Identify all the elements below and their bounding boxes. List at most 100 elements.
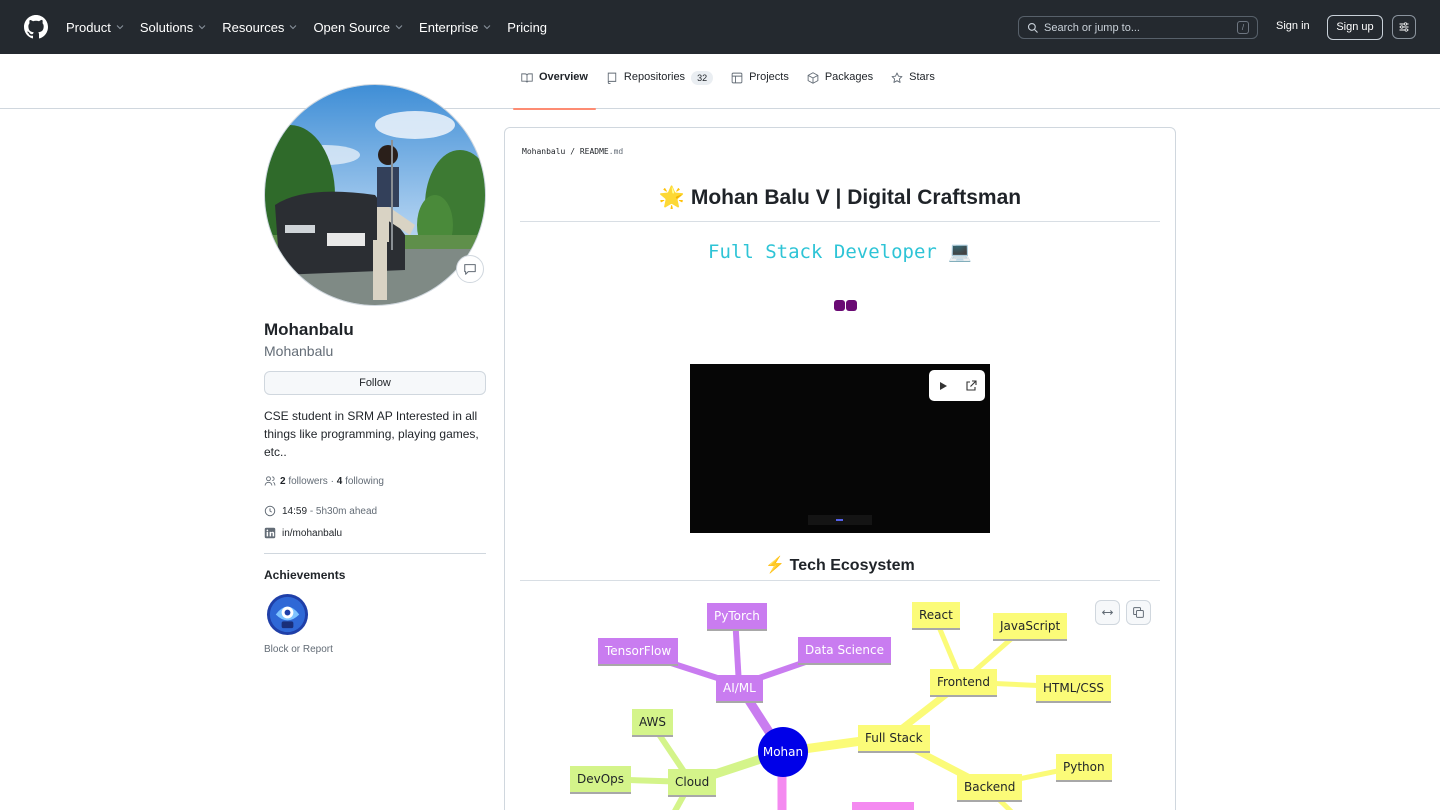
block-report-link[interactable]: Block or Report — [264, 644, 333, 655]
repo-count-badge: 32 — [691, 71, 714, 85]
nav-open-source[interactable]: Open Source — [313, 20, 403, 35]
tab-packages[interactable]: Packages — [799, 71, 881, 109]
tab-label: Repositories — [623, 71, 686, 83]
nav-enterprise[interactable]: Enterprise — [419, 20, 491, 35]
mindmap-node-html-css: HTML/CSS — [1036, 675, 1112, 701]
linkedin-row: in/mohanbalu — [264, 527, 342, 539]
nav-label: Solutions — [139, 19, 194, 35]
local-time-value: 14:59 — [282, 505, 308, 517]
mindmap-node-cloud: Cloud — [668, 769, 717, 795]
tech-mindmap: TensorFlow PyTorch Data Science AI/ML Re… — [520, 590, 1160, 810]
nav-label: Open Source — [313, 19, 391, 35]
nav-pricing[interactable]: Pricing — [507, 20, 547, 35]
clock-icon — [264, 505, 276, 517]
tab-repositories[interactable]: Repositories 32 — [598, 71, 721, 109]
repo-icon — [607, 72, 617, 84]
people-icon — [264, 476, 276, 486]
table-icon — [731, 72, 743, 84]
mindmap-node-python: Python — [1056, 754, 1112, 780]
chevron-down-icon — [395, 25, 403, 30]
tab-label: Projects — [749, 71, 789, 83]
loading-dots — [834, 300, 858, 311]
follow-stats: 2 followers · 4 following — [264, 475, 384, 487]
time-offset: - 5h30m ahead — [309, 505, 378, 517]
mindmap-node-backend: Backend — [957, 774, 1023, 800]
sliders-icon — [1399, 22, 1409, 32]
tab-label: Stars — [909, 71, 935, 83]
section-divider — [520, 580, 1160, 581]
typing-banner: Full Stack Developer 💻 — [708, 241, 972, 263]
breadcrumb-user[interactable]: Mohanbalu — [522, 147, 565, 156]
search-icon — [1027, 22, 1038, 33]
github-logo-icon[interactable] — [24, 15, 48, 39]
package-icon — [807, 72, 819, 84]
mindmap-node-react: React — [912, 602, 960, 628]
profile-name: Mohanbalu — [264, 320, 354, 339]
search-input[interactable]: Search or jump to... / — [1018, 16, 1258, 39]
mindmap-node-data-science: Data Science — [798, 637, 891, 663]
local-time: 14:59 - 5h30m ahead — [264, 505, 377, 517]
sign-up-button[interactable]: Sign up — [1327, 15, 1383, 40]
breadcrumb-extension: .md — [608, 147, 624, 156]
tab-label: Packages — [824, 71, 874, 83]
global-header: Product Solutions Resources Open Source … — [0, 0, 1440, 54]
video-progress-bar[interactable] — [808, 515, 872, 525]
breadcrumb-file[interactable]: README — [580, 147, 609, 156]
nav-solutions[interactable]: Solutions — [140, 20, 206, 35]
mindmap-node-tensorflow: TensorFlow — [598, 638, 679, 664]
main-nav: Product Solutions Resources Open Source … — [66, 0, 563, 54]
chevron-down-icon — [483, 25, 491, 30]
tab-overview[interactable]: Overview — [513, 71, 596, 110]
linkedin-link[interactable]: in/mohanbalu — [282, 528, 342, 539]
mindmap-node-pytorch: PyTorch — [707, 603, 767, 629]
nav-label: Pricing — [507, 19, 548, 35]
search-shortcut-key: / — [1237, 21, 1249, 34]
nav-label: Enterprise — [419, 19, 479, 35]
book-icon — [521, 73, 533, 83]
mindmap-center-node: Mohan — [758, 727, 808, 777]
followers-count: 2 — [280, 475, 286, 487]
video-controls — [929, 370, 985, 401]
section-heading-tech: ⚡ Tech Ecosystem — [765, 557, 915, 574]
sign-in-link[interactable]: Sign in — [1276, 20, 1310, 32]
nav-label: Resources — [222, 19, 285, 35]
following-label: following — [345, 475, 384, 487]
mindmap-node-aws: AWS — [632, 709, 674, 735]
mindmap-node-ai-ml: AI/ML — [716, 675, 763, 701]
appearance-settings-button[interactable] — [1392, 15, 1416, 39]
set-status-button[interactable] — [456, 255, 484, 283]
nav-resources[interactable]: Resources — [222, 20, 297, 35]
following-count: 4 — [336, 475, 343, 487]
profile-login: Mohanbalu — [264, 343, 334, 359]
followers-label: followers — [288, 475, 328, 487]
dot — [834, 300, 845, 311]
tab-label: Overview — [539, 71, 588, 83]
chevron-down-icon — [116, 25, 124, 30]
sidebar-divider — [264, 553, 486, 554]
chevron-down-icon — [290, 25, 297, 30]
mindmap-node-full-stack: Full Stack — [858, 725, 930, 751]
achievement-badge-icon[interactable] — [266, 593, 309, 636]
tab-projects[interactable]: Projects — [723, 71, 797, 109]
comment-icon — [464, 264, 476, 275]
external-link-icon[interactable] — [965, 379, 977, 392]
mindmap-node-devops: DevOps — [570, 766, 632, 792]
achievements-heading[interactable]: Achievements — [264, 568, 345, 582]
avatar[interactable] — [264, 84, 486, 306]
chevron-down-icon — [198, 25, 206, 30]
following-link[interactable]: 4 following — [337, 476, 384, 487]
nav-product[interactable]: Product — [66, 20, 124, 35]
avatar-photo — [265, 85, 485, 305]
play-icon[interactable] — [937, 380, 949, 392]
followers-link[interactable]: 2 followers — [280, 476, 328, 487]
readme-breadcrumb: Mohanbalu / README.md — [522, 147, 623, 156]
mindmap-node-frontend: Frontend — [930, 669, 997, 695]
follow-button[interactable]: Follow — [264, 371, 486, 395]
profile-tabs: Overview Repositories 32 Projects Packag… — [513, 71, 945, 110]
star-icon — [891, 72, 903, 83]
nav-label: Product — [66, 19, 111, 35]
video-progress-indicator — [836, 519, 843, 521]
tab-stars[interactable]: Stars — [883, 71, 943, 109]
linkedin-icon — [264, 527, 276, 539]
profile-bio: CSE student in SRM AP Interested in all … — [264, 409, 479, 459]
